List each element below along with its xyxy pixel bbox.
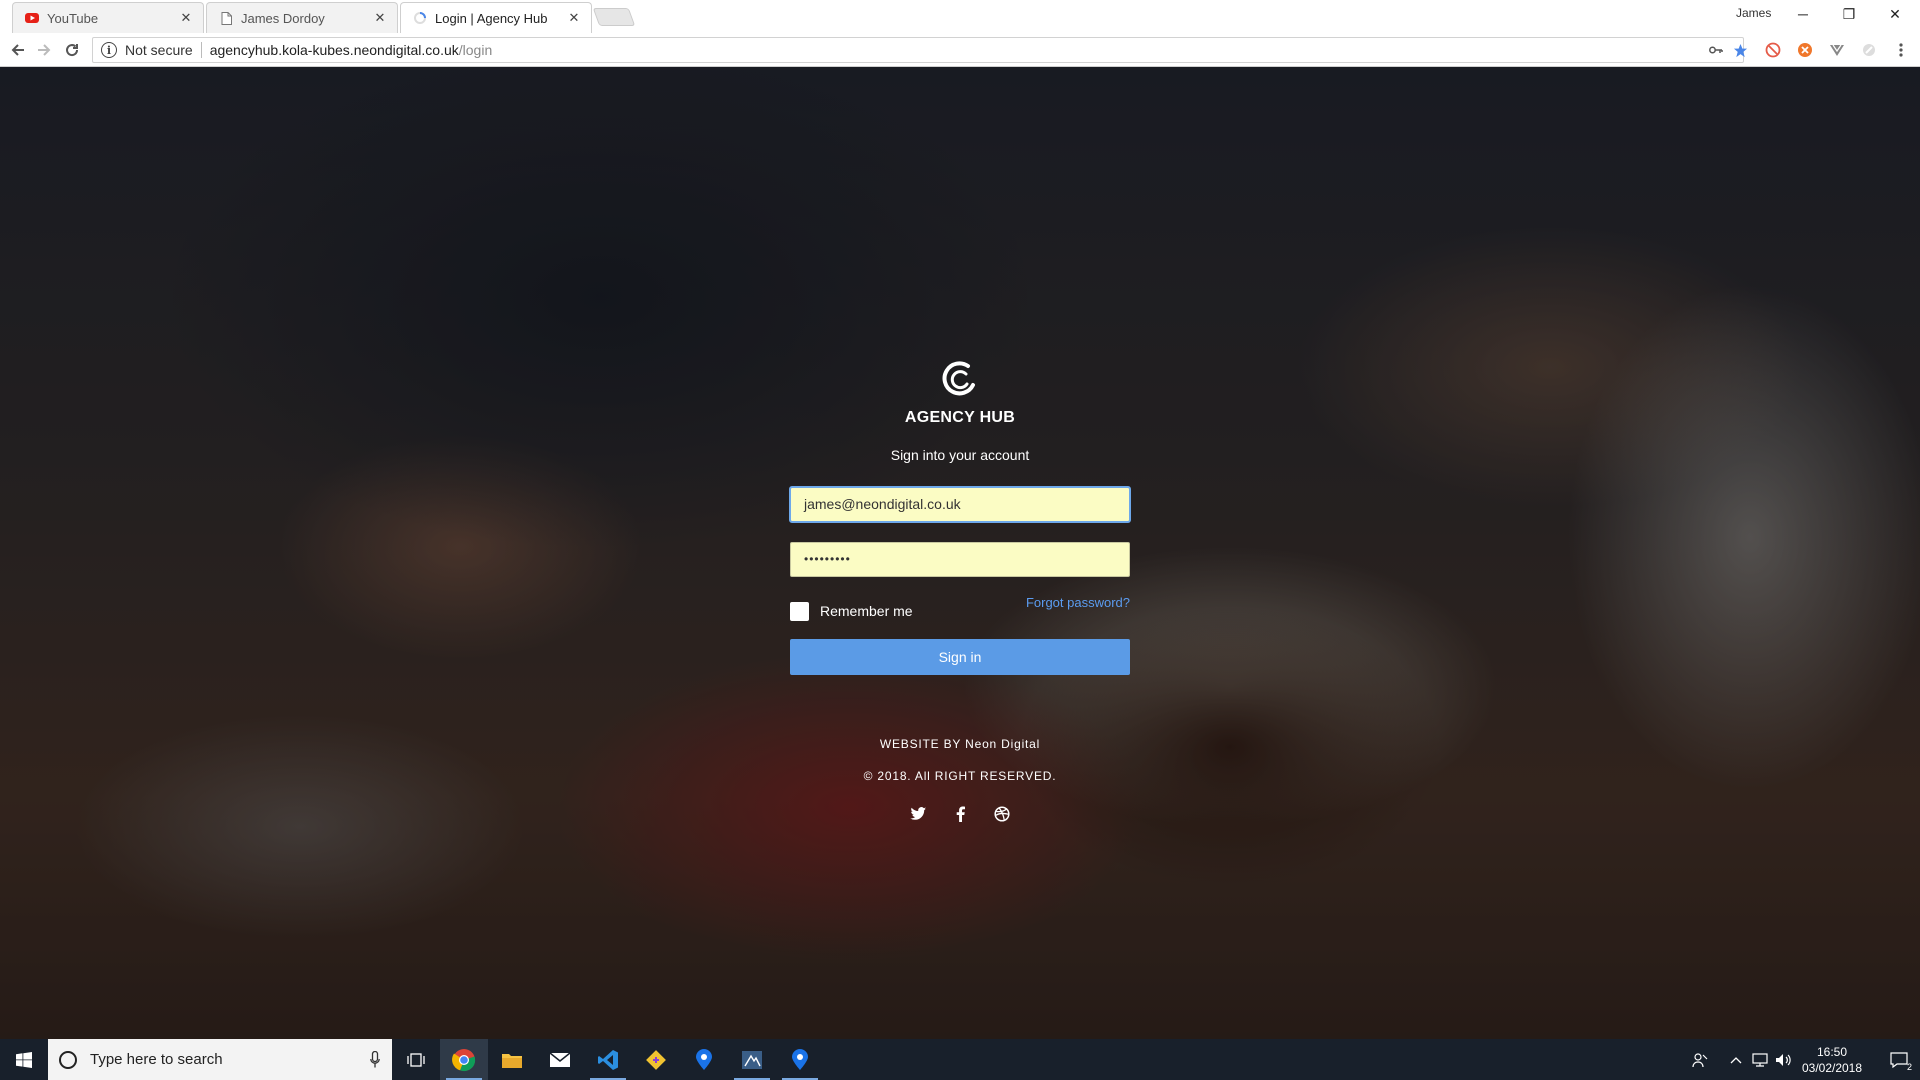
- clock-date: 03/02/2018: [1801, 1061, 1863, 1075]
- twitter-icon[interactable]: [909, 805, 927, 823]
- remember-row: Remember me Forgot password?: [790, 595, 1130, 623]
- email-field[interactable]: james@neondigital.co.uk: [789, 486, 1131, 523]
- tab-james-dordoy[interactable]: James Dordoy ✕: [206, 2, 398, 33]
- youtube-icon: [25, 11, 39, 25]
- back-arrow-icon: [11, 44, 24, 56]
- copyright-text: © 2018. All RIGHT RESERVED.: [863, 769, 1057, 783]
- social-links: [790, 805, 1130, 823]
- remember-me-label[interactable]: Remember me: [820, 603, 913, 619]
- microphone-icon[interactable]: [370, 1050, 380, 1068]
- loading-icon: [413, 11, 427, 25]
- taskbar-vscode[interactable]: [584, 1039, 632, 1080]
- chrome-icon: [452, 1048, 476, 1071]
- agency-hub-logo-icon: [940, 359, 980, 399]
- remember-me-checkbox[interactable]: [790, 602, 809, 621]
- clock-time: 16:50: [1816, 1045, 1848, 1059]
- extension-icon[interactable]: [1764, 41, 1782, 59]
- security-status[interactable]: Not secure: [125, 42, 193, 58]
- close-icon[interactable]: ✕: [373, 11, 387, 25]
- mail-icon: [549, 1051, 571, 1067]
- login-page-background: AGENCY HUB Sign into your account james@…: [0, 67, 1920, 1039]
- password-field[interactable]: •••••••••: [790, 542, 1130, 577]
- close-window-button[interactable]: ✕: [1872, 0, 1918, 28]
- taskbar-git[interactable]: [632, 1039, 680, 1080]
- brand-title: AGENCY HUB: [904, 409, 1016, 426]
- taskbar-maps[interactable]: [680, 1039, 728, 1080]
- login-subtitle: Sign into your account: [890, 447, 1030, 463]
- browser-titlebar: YouTube ✕ James Dordoy ✕ Login | Agency …: [0, 0, 1920, 33]
- people-icon[interactable]: [1686, 1039, 1714, 1080]
- page-icon: [219, 11, 233, 25]
- taskbar-file-explorer[interactable]: [488, 1039, 536, 1080]
- taskbar-maps-2[interactable]: [776, 1039, 824, 1080]
- minimize-button[interactable]: ─: [1780, 0, 1826, 28]
- extension-icon[interactable]: [1796, 41, 1814, 59]
- vscode-icon: [598, 1049, 618, 1070]
- extension-icon[interactable]: [1860, 41, 1878, 59]
- menu-icon[interactable]: [1892, 41, 1910, 59]
- windows-logo-icon: [16, 1051, 32, 1068]
- facebook-icon[interactable]: [951, 805, 969, 823]
- url-path: /login: [458, 42, 493, 58]
- notification-icon: [1890, 1051, 1908, 1068]
- taskbar-search[interactable]: Type here to search: [48, 1039, 392, 1080]
- tab-title: Login | Agency Hub: [435, 10, 548, 26]
- app-icon: [742, 1050, 762, 1069]
- extension-icon[interactable]: [1828, 41, 1846, 59]
- url-host: agencyhub.kola-kubes.neondigital.co.uk: [209, 42, 459, 58]
- task-view-icon: [407, 1052, 425, 1067]
- chevron-up-icon[interactable]: [1726, 1039, 1746, 1080]
- taskbar-clock[interactable]: 16:50 03/02/2018: [1796, 1044, 1868, 1076]
- tab-youtube[interactable]: YouTube ✕: [12, 2, 204, 33]
- maps-icon: [696, 1048, 712, 1070]
- back-button[interactable]: [6, 38, 30, 62]
- notification-count: 2: [1906, 1062, 1912, 1072]
- windows-taskbar: Type here to search 16:50 03/02/2018 2: [0, 1039, 1920, 1080]
- profile-name[interactable]: James: [1736, 6, 1771, 20]
- cortana-icon[interactable]: [59, 1050, 77, 1069]
- reload-button[interactable]: [60, 38, 84, 62]
- address-bar[interactable]: i Not secure agencyhub.kola-kubes.neondi…: [92, 37, 1744, 63]
- tab-title: YouTube: [47, 10, 99, 26]
- file-explorer-icon: [502, 1053, 522, 1068]
- forgot-password-link[interactable]: Forgot password?: [1026, 595, 1130, 610]
- key-icon[interactable]: [1708, 42, 1724, 58]
- maps-icon: [792, 1048, 808, 1070]
- close-icon[interactable]: ✕: [567, 11, 581, 25]
- tab-title: James Dordoy: [241, 10, 325, 26]
- network-icon[interactable]: [1748, 1039, 1772, 1080]
- info-icon[interactable]: i: [101, 42, 117, 58]
- volume-icon[interactable]: [1772, 1039, 1796, 1080]
- task-view-button[interactable]: [392, 1039, 440, 1080]
- star-icon[interactable]: [1732, 42, 1748, 58]
- taskbar-chrome[interactable]: [440, 1039, 488, 1080]
- taskbar-app[interactable]: [728, 1039, 776, 1080]
- restore-button[interactable]: ❐: [1826, 0, 1872, 28]
- website-credit: WEBSITE BY Neon Digital: [879, 737, 1041, 751]
- reload-icon: [66, 44, 79, 57]
- start-button[interactable]: [0, 1039, 48, 1080]
- login-panel: AGENCY HUB Sign into your account james@…: [789, 359, 1131, 823]
- browser-toolbar: i Not secure agencyhub.kola-kubes.neondi…: [0, 33, 1920, 67]
- search-placeholder[interactable]: Type here to search: [90, 1051, 223, 1068]
- git-icon: [646, 1049, 666, 1070]
- forward-arrow-icon: [38, 44, 51, 56]
- dribbble-icon[interactable]: [993, 805, 1011, 823]
- sign-in-button[interactable]: Sign in: [790, 639, 1130, 675]
- forward-button[interactable]: [32, 38, 56, 62]
- action-center-button[interactable]: 2: [1878, 1039, 1920, 1080]
- tab-login-agency-hub[interactable]: Login | Agency Hub ✕: [400, 2, 592, 33]
- taskbar-mail[interactable]: [536, 1039, 584, 1080]
- new-tab-button[interactable]: [592, 8, 636, 26]
- divider: [200, 42, 202, 58]
- close-icon[interactable]: ✕: [179, 11, 193, 25]
